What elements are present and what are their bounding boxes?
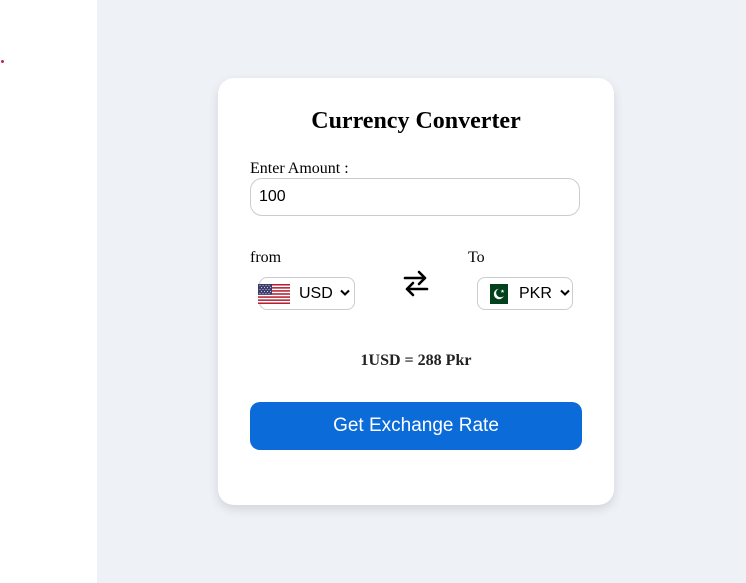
chevron-down-icon: [340, 289, 350, 296]
amount-input[interactable]: [250, 178, 580, 216]
amount-label: Enter Amount :: [250, 160, 349, 177]
page-title: Currency Converter: [311, 108, 521, 134]
from-currency-value: USD: [299, 285, 333, 302]
exchange-rate-text: 1USD = 288 Pkr: [360, 352, 472, 369]
from-currency-select[interactable]: USD: [258, 277, 355, 310]
us-flag-icon: [258, 284, 290, 304]
chevron-down-icon: [560, 289, 570, 296]
pk-flag-icon: [484, 284, 508, 304]
left-dot: [1, 60, 4, 63]
left-pane: [0, 0, 97, 583]
get-exchange-rate-button[interactable]: Get Exchange Rate: [250, 402, 582, 450]
to-currency-value: PKR: [519, 285, 552, 302]
swap-arrows-icon[interactable]: [402, 268, 430, 298]
from-label: from: [250, 249, 282, 266]
converter-card: Currency Converter Enter Amount : from T…: [218, 78, 614, 505]
to-label: To: [468, 249, 485, 266]
to-currency-select[interactable]: PKR: [477, 277, 573, 310]
